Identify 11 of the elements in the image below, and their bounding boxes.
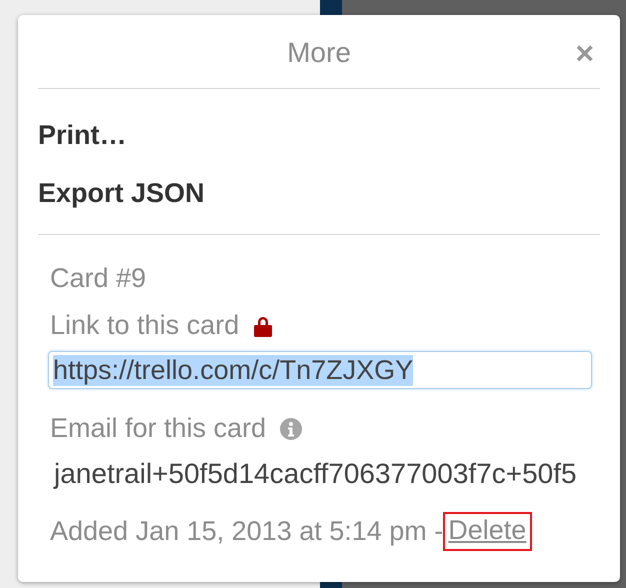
delete-link[interactable]: Delete (443, 512, 532, 551)
email-address: janetrail+50f5d14cacff706377003f7c+50f5 (54, 458, 578, 490)
added-date: Added Jan 15, 2013 at 5:14 pm - (50, 516, 444, 547)
card-number: Card #9 (50, 263, 148, 294)
menu-item[interactable]: Print… (38, 106, 127, 164)
field-label: Email for this card (50, 413, 266, 444)
link-field[interactable]: https://trello.com/c/Tn7ZJXGY (48, 351, 592, 389)
info-icon[interactable] (280, 418, 302, 440)
field-label: Link to this card (50, 310, 240, 341)
popover-title: More (287, 36, 351, 68)
menu-item[interactable]: Export JSON (38, 164, 205, 222)
